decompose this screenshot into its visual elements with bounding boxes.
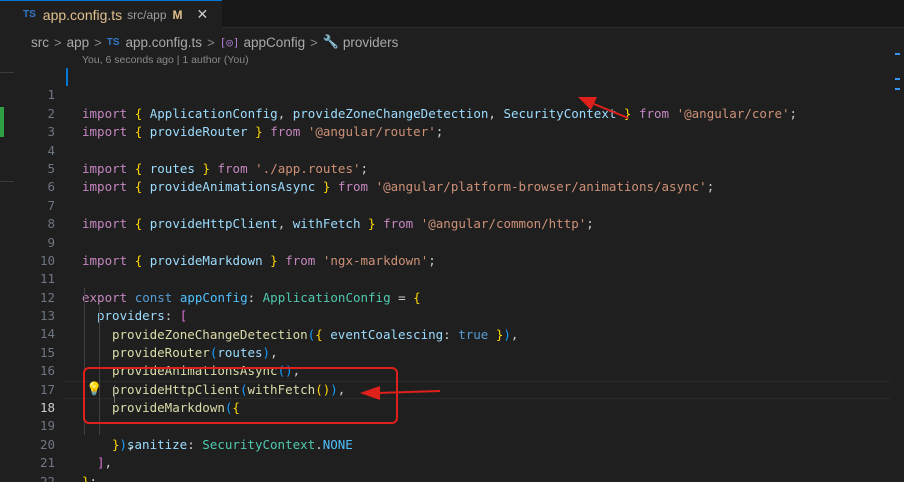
code-line: 12 providers: [ [0, 270, 890, 323]
chevron-right-icon: > [207, 34, 215, 50]
code-line: 9 import { provideMarkdown } from 'ngx-m… [0, 215, 890, 268]
tab-file-name: app.config.ts [42, 6, 123, 23]
code-line: 10 [0, 234, 890, 268]
code-line: 14 provideRouter(routes), [0, 307, 890, 359]
code-line: 11 export const appConfig: ApplicationCo… [0, 252, 890, 304]
breadcrumb-providers[interactable]: providers [343, 35, 399, 50]
code-line: 7 import { provideHttpClient, withFetch … [0, 178, 890, 231]
code-line: 3 [0, 105, 890, 139]
tab-app-config[interactable]: TS app.config.ts src/app M ✕ [0, 0, 222, 28]
close-icon[interactable]: ✕ [197, 6, 209, 23]
code-text: }; [82, 473, 97, 482]
code-line: 22 [0, 454, 890, 482]
punct: ; [89, 473, 98, 482]
ruler-mark [895, 88, 900, 90]
code-line: 15 provideAnimationsAsync(), [0, 325, 890, 378]
overview-ruler[interactable] [890, 50, 904, 482]
modified-badge: M [172, 7, 183, 22]
breadcrumb-appconfig[interactable]: appConfig [244, 35, 306, 50]
code-line: 4 import { routes } from './app.routes'; [0, 123, 890, 176]
annotation-highlight-box [83, 367, 398, 424]
typescript-icon: TS [23, 9, 36, 20]
ruler-mark [895, 78, 900, 80]
code-line: 6 [0, 160, 890, 194]
brace: } [82, 473, 90, 482]
breadcrumb-file[interactable]: app.config.ts [126, 35, 203, 50]
chevron-right-icon: > [54, 34, 62, 50]
git-blame-codelens[interactable]: You, 6 seconds ago | 1 author (You) [82, 54, 249, 66]
code-line: 16 provideHttpClient(withFetch()), [0, 344, 890, 396]
typescript-icon: TS [106, 36, 120, 48]
tab-file-path: src/app [127, 7, 167, 22]
git-modified-indicator [66, 68, 68, 86]
code-line: 5 import { provideAnimationsAsync } from… [0, 142, 890, 194]
editor-tab-bar: TS app.config.ts src/app M ✕ [0, 0, 904, 28]
breadcrumb-src[interactable]: src [31, 35, 49, 50]
code-line: 8 [0, 197, 890, 231]
code-line: 13 provideZoneChangeDetection({ eventCoa… [0, 289, 890, 341]
chevron-right-icon: > [94, 34, 102, 50]
chevron-right-icon: > [310, 34, 318, 50]
code-line: 21 }; [0, 436, 890, 482]
ruler-mark [895, 53, 900, 55]
breadcrumb: src > app > TS app.config.ts > [◎] appCo… [0, 31, 904, 53]
breadcrumb-app[interactable]: app [67, 35, 90, 50]
code-line: 2 import { provideRouter } from '@angula… [0, 86, 890, 139]
line-number: 22 [39, 473, 55, 482]
wrench-icon: 🔧 [322, 34, 339, 49]
code-line: 1 import { ApplicationConfig, provideZon… [0, 68, 890, 120]
variable-icon: [◎] [219, 35, 240, 49]
